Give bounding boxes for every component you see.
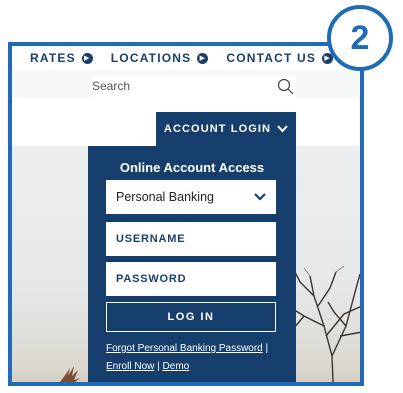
select-value: Personal Banking <box>116 190 214 204</box>
nav-item-locations[interactable]: LOCATIONS ▶ <box>111 51 209 65</box>
password-field <box>106 262 276 296</box>
username-field <box>106 222 276 256</box>
enroll-now-link[interactable]: Enroll Now <box>106 361 154 372</box>
nav-label: LOCATIONS <box>110 51 192 65</box>
help-links: Forgot Personal Banking Password | Enrol… <box>106 340 286 376</box>
link-separator: | <box>157 361 160 372</box>
search-input[interactable] <box>92 76 262 96</box>
top-navigation: RATES ▶ LOCATIONS ▶ CONTACT US ▶ <box>12 46 360 70</box>
nav-item-rates[interactable]: RATES ▶ <box>30 51 93 65</box>
username-input[interactable] <box>116 233 276 245</box>
login-button[interactable]: LOG IN <box>106 302 276 332</box>
screenshot-frame: RATES ▶ LOCATIONS ▶ CONTACT US ▶ ACCOUNT… <box>8 42 364 386</box>
arrow-right-icon: ▶ <box>197 52 209 64</box>
chevron-down-icon <box>254 193 266 201</box>
account-type-select[interactable]: Personal Banking <box>106 180 276 214</box>
step-number-badge: 2 <box>327 5 393 71</box>
search-icon[interactable] <box>276 78 294 96</box>
demo-link[interactable]: Demo <box>163 361 190 372</box>
hand-illustration <box>60 366 80 382</box>
account-login-label: ACCOUNT LOGIN <box>163 123 272 135</box>
step-number: 2 <box>350 18 370 57</box>
nav-item-contact-us[interactable]: CONTACT US ▶ <box>226 51 334 65</box>
search-bar <box>92 76 296 99</box>
account-login-tab[interactable]: ACCOUNT LOGIN <box>156 112 296 146</box>
chevron-down-icon <box>277 125 288 133</box>
panel-title: Online Account Access <box>119 160 265 175</box>
nav-label: RATES <box>30 51 76 65</box>
nav-label: CONTACT US <box>226 51 317 65</box>
login-panel: Online Account Access Personal Banking L… <box>88 146 296 382</box>
password-input[interactable] <box>116 273 276 285</box>
link-separator: | <box>265 343 269 354</box>
forgot-password-link[interactable]: Forgot Personal Banking Password <box>106 343 263 354</box>
arrow-right-icon: ▶ <box>81 52 93 64</box>
